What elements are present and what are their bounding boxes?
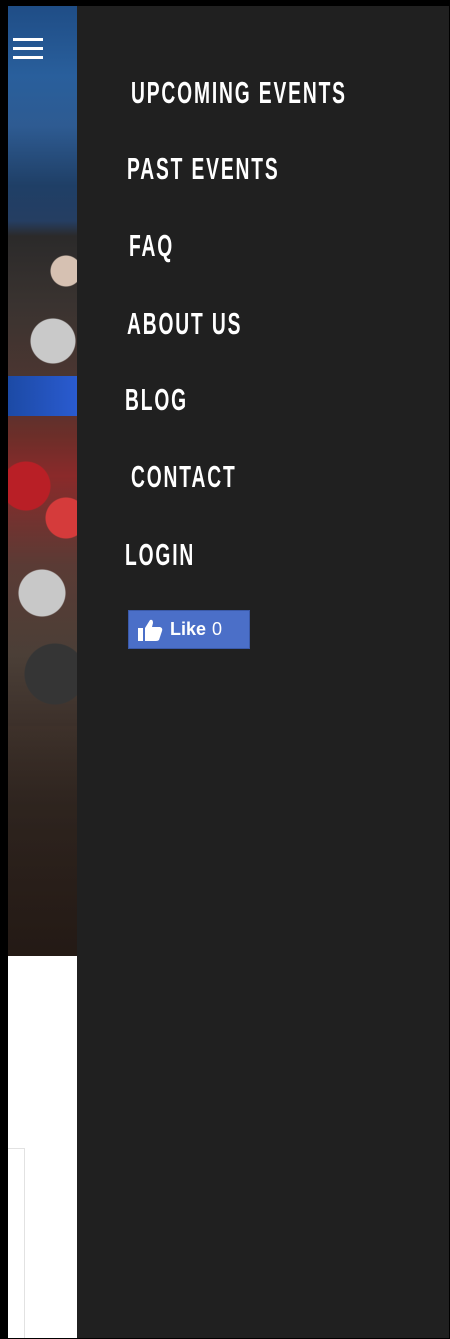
page-background [8,6,77,1338]
menu-item-past-events[interactable]: PAST EVENTS [127,149,280,189]
menu-item-blog[interactable]: BLOG [125,380,188,420]
menu-item-about-us[interactable]: ABOUT US [127,304,242,344]
hamburger-line-top [13,38,43,41]
menu-item-faq[interactable]: FAQ [129,226,174,266]
content-card [8,1148,25,1338]
menu-item-login[interactable]: LOGIN [125,535,195,575]
menu-item-upcoming-events[interactable]: UPCOMING EVENTS [131,73,347,113]
like-count: 0 [212,619,223,639]
menu-item-contact[interactable]: CONTACT [131,457,237,497]
mobile-frame: UPCOMING EVENTS PAST EVENTS FAQ ABOUT US… [0,0,450,1339]
hero-image [8,6,77,956]
like-label: Like [170,619,207,639]
thumbs-up-icon [138,619,163,641]
side-menu: UPCOMING EVENTS PAST EVENTS FAQ ABOUT US… [77,6,449,1338]
hamburger-line-middle [13,47,43,50]
hamburger-icon[interactable] [13,38,45,60]
hamburger-line-bottom [13,56,43,59]
facebook-like-button[interactable]: Like 0 [128,610,250,649]
